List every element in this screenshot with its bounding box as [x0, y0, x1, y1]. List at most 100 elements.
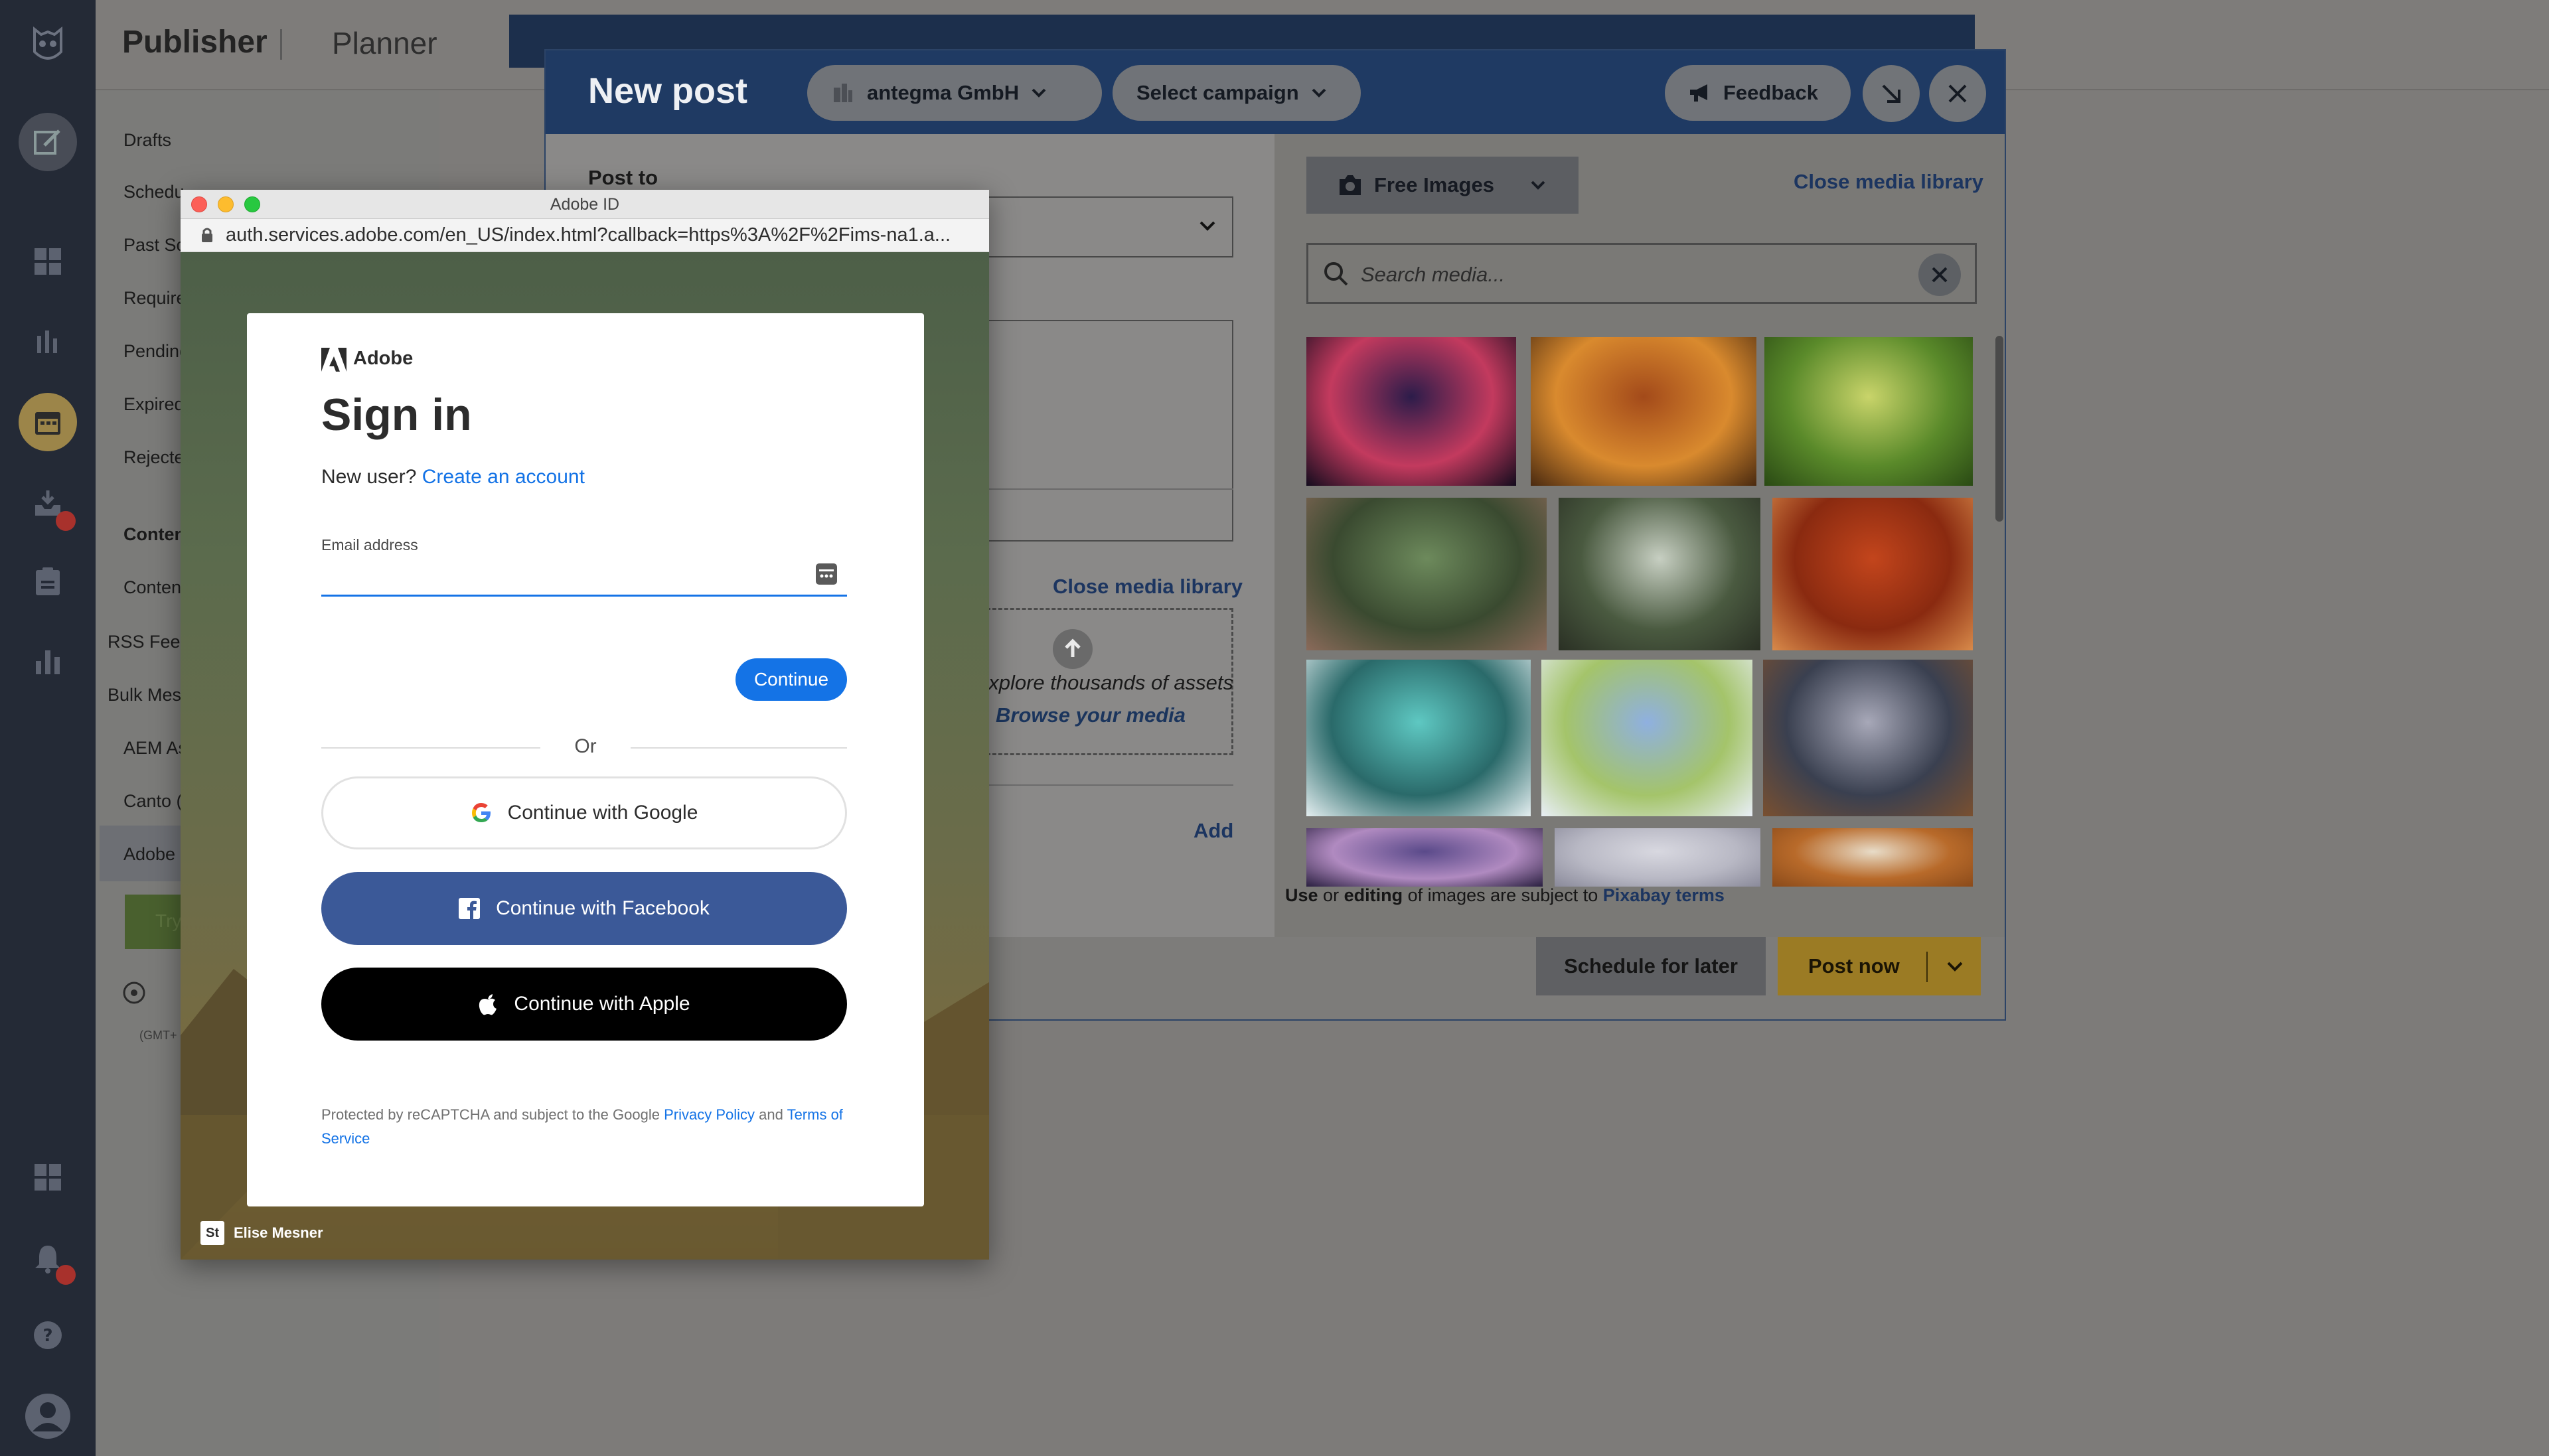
create-account-link[interactable]: Create an account	[422, 466, 585, 488]
or-divider-right	[631, 747, 847, 749]
account-avatar-icon	[834, 84, 852, 102]
minimize-button[interactable]	[1863, 65, 1920, 122]
or-text: Or	[574, 735, 597, 757]
media-thumbnail[interactable]	[1306, 337, 1516, 486]
adobe-stock-badge: St	[200, 1221, 224, 1245]
media-thumbnail[interactable]	[1772, 828, 1973, 887]
media-thumbnail[interactable]	[1763, 660, 1973, 816]
dashboard-icon[interactable]	[19, 232, 77, 291]
media-thumbnail[interactable]	[1772, 498, 1973, 650]
chevron-down-icon[interactable]	[1946, 961, 1964, 973]
sidebar-item[interactable]: Canto (	[123, 791, 183, 812]
help-icon[interactable]: ?	[19, 1306, 77, 1364]
post-to-label: Post to	[588, 166, 658, 189]
continue-with-apple-button[interactable]: Continue with Apple	[321, 968, 847, 1041]
chevron-down-icon	[1032, 88, 1046, 98]
facebook-icon	[459, 898, 481, 919]
media-thumbnail[interactable]	[1764, 337, 1973, 486]
apple-label: Continue with Apple	[514, 993, 690, 1015]
password-manager-icon[interactable]	[815, 563, 838, 585]
media-thumbnail[interactable]	[1555, 828, 1760, 887]
media-thumbnail[interactable]	[1541, 660, 1752, 816]
media-thumbnail[interactable]	[1306, 498, 1547, 650]
apps-icon[interactable]	[19, 1148, 77, 1206]
media-thumbnail[interactable]	[1559, 498, 1760, 650]
url-text: auth.services.adobe.com/en_US/index.html…	[226, 224, 951, 246]
sidebar-item[interactable]: Require	[123, 288, 187, 309]
sign-in-card	[247, 313, 924, 1206]
profile-icon[interactable]	[19, 1387, 77, 1445]
sidebar-item[interactable]: Bulk Mess	[108, 685, 191, 705]
continue-with-facebook-button[interactable]: Continue with Facebook	[321, 872, 847, 945]
campaign-selector[interactable]: Select campaign	[1113, 65, 1361, 121]
schedule-for-later-button[interactable]: Schedule for later	[1536, 937, 1766, 995]
sidebar-item[interactable]: Past Sc	[123, 235, 185, 255]
campaign-label: Select campaign	[1136, 81, 1299, 104]
sidebar-item[interactable]: Rejecte	[123, 447, 185, 468]
app-rail: ?	[0, 0, 96, 1456]
feedback-megaphone-icon	[1690, 84, 1707, 102]
streams-icon[interactable]	[19, 312, 77, 370]
minimize-icon	[1882, 84, 1900, 103]
pixabay-terms-notice: Use or editing of images are subject to …	[1285, 885, 1725, 905]
close-composer-button[interactable]	[1929, 65, 1986, 122]
continue-with-google-button[interactable]: Continue with Google	[321, 776, 847, 849]
add-link[interactable]: Add	[1194, 819, 1233, 843]
account-selector[interactable]: antegma GmbH	[807, 65, 1102, 121]
feedback-button[interactable]: Feedback	[1665, 65, 1851, 121]
adobe-brand: Adobe	[353, 348, 414, 369]
email-underline	[321, 595, 847, 597]
feedback-label: Feedback	[1723, 81, 1819, 104]
sidebar-item[interactable]: Drafts	[123, 130, 171, 151]
close-icon	[1948, 84, 1967, 103]
svg-text:?: ?	[42, 1326, 52, 1346]
adobe-id-window: Adobe ID auth.services.adobe.com/en_US/i…	[181, 190, 989, 1260]
browse-media-link[interactable]: Browse your media	[986, 703, 1186, 727]
adobe-logo-icon	[321, 348, 347, 372]
media-scrollbar[interactable]	[1995, 336, 2003, 522]
email-input[interactable]	[321, 556, 847, 595]
media-thumbnail[interactable]	[1306, 828, 1543, 887]
compose-icon[interactable]	[19, 113, 77, 171]
upload-icon	[1053, 629, 1093, 669]
timezone-text: (GMT+	[139, 1029, 177, 1042]
pixabay-terms-link[interactable]: Pixabay terms	[1603, 885, 1725, 905]
assignments-icon[interactable]	[19, 552, 77, 611]
google-icon	[471, 803, 491, 822]
tab-planner[interactable]: Planner	[332, 25, 437, 61]
post-to-select[interactable]	[986, 196, 1233, 257]
sidebar-item[interactable]: Conten	[123, 524, 185, 545]
privacy-policy-link[interactable]: Privacy Policy	[664, 1106, 755, 1123]
sidebar-item[interactable]: Schedu	[123, 182, 185, 202]
window-title: Adobe ID	[550, 195, 620, 214]
media-thumbnail[interactable]	[1531, 337, 1756, 486]
close-media-library-header-link[interactable]: Close media library	[1794, 170, 1983, 194]
message-divider	[986, 488, 1233, 490]
recaptcha-legal-text: Protected by reCAPTCHA and subject to th…	[321, 1106, 843, 1147]
upload-text: Explore thousands of assets	[986, 671, 1233, 694]
url-bar: auth.services.adobe.com/en_US/index.html…	[181, 219, 989, 252]
sidebar-item[interactable]: Conten	[123, 577, 181, 598]
google-label: Continue with Google	[507, 802, 698, 824]
facebook-label: Continue with Facebook	[496, 897, 710, 919]
sidebar-item[interactable]: Pending	[123, 341, 189, 362]
planner-icon[interactable]	[19, 393, 77, 451]
image-source-dropdown[interactable]: Free Images	[1306, 157, 1579, 214]
close-media-library-link[interactable]: Close media library	[1053, 575, 1243, 599]
sidebar-item[interactable]: Expired	[123, 394, 185, 415]
owl-logo-icon[interactable]	[19, 16, 77, 74]
sidebar-item[interactable]: Adobe (	[123, 844, 187, 865]
chevron-down-icon	[1199, 221, 1215, 231]
analytics-icon[interactable]	[19, 632, 77, 690]
continue-button[interactable]: Continue	[735, 658, 847, 701]
header-divider	[280, 29, 282, 60]
lock-icon	[202, 228, 212, 242]
media-thumbnail[interactable]	[1306, 660, 1531, 816]
post-now-button[interactable]: Post now	[1778, 937, 1981, 995]
publisher-title: Publisher	[122, 25, 268, 60]
chevron-down-icon	[1312, 88, 1326, 98]
notifications-badge	[56, 1265, 76, 1285]
message-textarea[interactable]	[986, 320, 1233, 542]
sidebar-item[interactable]: AEM As	[123, 738, 187, 759]
clear-search-button[interactable]	[1918, 254, 1961, 296]
